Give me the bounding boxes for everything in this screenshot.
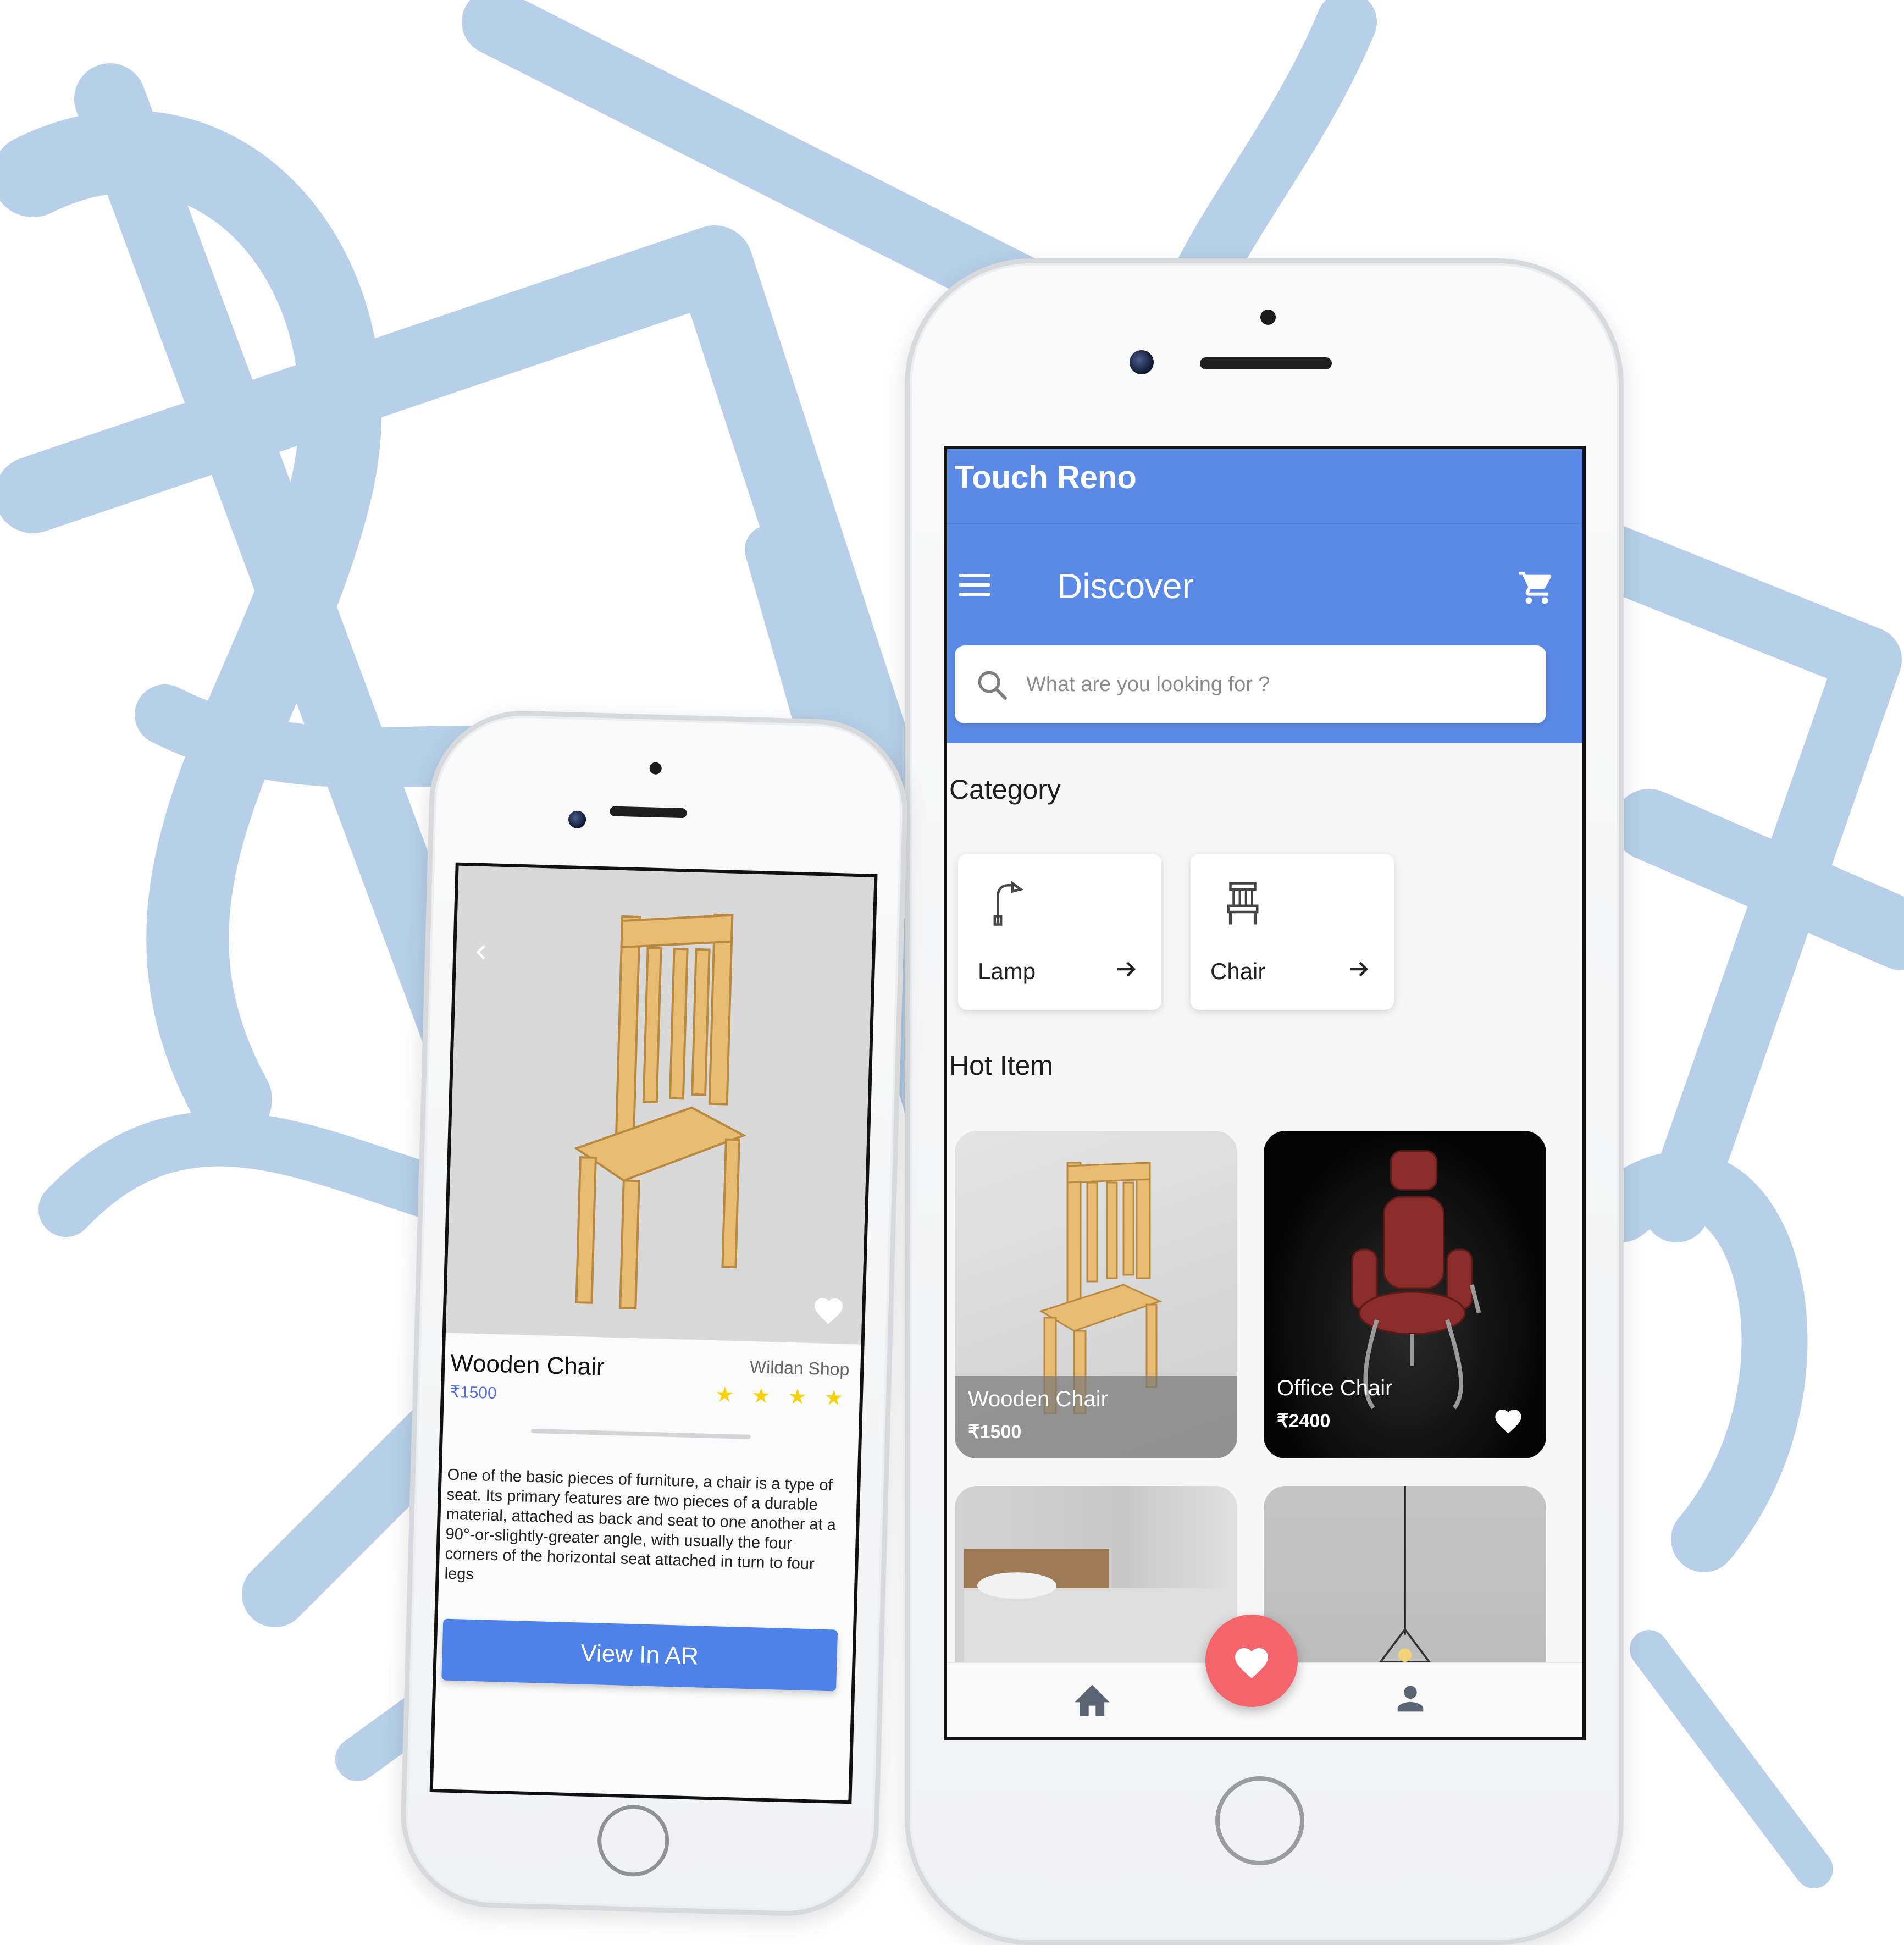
cart-icon[interactable] bbox=[1518, 568, 1556, 607]
discover-header: Discover What are you looking for ? bbox=[947, 523, 1582, 743]
drag-handle[interactable] bbox=[530, 1428, 751, 1439]
person-icon[interactable] bbox=[1391, 1679, 1430, 1718]
menu-icon[interactable] bbox=[959, 574, 990, 596]
earpiece-speaker bbox=[610, 806, 687, 819]
heart-icon[interactable] bbox=[1492, 1406, 1524, 1434]
search-input[interactable]: What are you looking for ? bbox=[1026, 673, 1270, 697]
phone-left-group: Wooden Chair ₹1500 Wildan Shop ★ ★ ★ ★ O… bbox=[398, 708, 910, 1919]
arrow-right-icon bbox=[1350, 962, 1369, 977]
proximity-sensor bbox=[649, 762, 662, 775]
search-icon bbox=[978, 671, 1007, 700]
heart-icon bbox=[1235, 1648, 1268, 1679]
chair-icon bbox=[1227, 882, 1259, 925]
category-card-chair[interactable]: Chair bbox=[1191, 854, 1394, 1010]
category-card-lamp[interactable]: Lamp bbox=[958, 854, 1161, 1010]
product-detail-screen: Wooden Chair ₹1500 Wildan Shop ★ ★ ★ ★ O… bbox=[429, 862, 878, 1804]
favorite-heart-icon[interactable] bbox=[811, 1294, 846, 1325]
search-bar[interactable]: What are you looking for ? bbox=[955, 645, 1546, 723]
product-description: One of the basic pieces of furniture, a … bbox=[444, 1466, 837, 1584]
proximity-sensor bbox=[1260, 310, 1276, 325]
category-label-lamp: Lamp bbox=[978, 958, 1036, 984]
favorites-fab[interactable] bbox=[1205, 1615, 1298, 1707]
arrow-right-icon bbox=[1117, 962, 1136, 977]
category-label-chair: Chair bbox=[1210, 958, 1266, 984]
bed-image bbox=[964, 1549, 1228, 1667]
rating-stars: ★ ★ ★ ★ bbox=[715, 1382, 849, 1410]
discover-screen: Touch Reno Discover What are you looking… bbox=[944, 446, 1586, 1740]
item-name: Office Chair bbox=[1277, 1376, 1393, 1400]
product-name: Wooden Chair bbox=[450, 1349, 605, 1381]
home-icon[interactable] bbox=[1071, 1679, 1113, 1718]
view-in-ar-button[interactable]: View In AR bbox=[441, 1618, 838, 1692]
hot-item-title: Hot Item bbox=[949, 1050, 1053, 1081]
front-camera bbox=[1130, 350, 1154, 374]
app-title: Touch Reno bbox=[955, 460, 1137, 495]
category-title: Category bbox=[949, 774, 1061, 805]
page-title: Discover bbox=[1057, 566, 1194, 606]
item-price: ₹1500 bbox=[968, 1422, 1022, 1443]
hot-item-card-wooden-chair[interactable]: Wooden Chair ₹1500 bbox=[955, 1131, 1237, 1458]
home-button[interactable] bbox=[596, 1804, 671, 1878]
item-price: ₹2400 bbox=[1277, 1411, 1331, 1432]
earpiece-speaker bbox=[1200, 357, 1332, 369]
product-image bbox=[445, 865, 874, 1345]
product-price: ₹1500 bbox=[449, 1383, 497, 1403]
phone-frame-left: Wooden Chair ₹1500 Wildan Shop ★ ★ ★ ★ O… bbox=[398, 708, 910, 1919]
item-name: Wooden Chair bbox=[968, 1387, 1108, 1411]
app-bar: Touch Reno bbox=[947, 449, 1582, 523]
lamp-icon bbox=[993, 881, 1023, 926]
back-chevron-icon[interactable] bbox=[471, 941, 493, 963]
shop-name: Wildan Shop bbox=[749, 1356, 850, 1379]
item-overlay: Wooden Chair ₹1500 bbox=[955, 1376, 1237, 1458]
hot-item-card-office-chair[interactable]: Office Chair ₹2400 bbox=[1264, 1131, 1546, 1458]
home-button[interactable] bbox=[1215, 1776, 1304, 1865]
pendant-lamp-image bbox=[1379, 1486, 1431, 1662]
wooden-chair-image bbox=[573, 913, 746, 1310]
front-camera bbox=[568, 810, 586, 829]
